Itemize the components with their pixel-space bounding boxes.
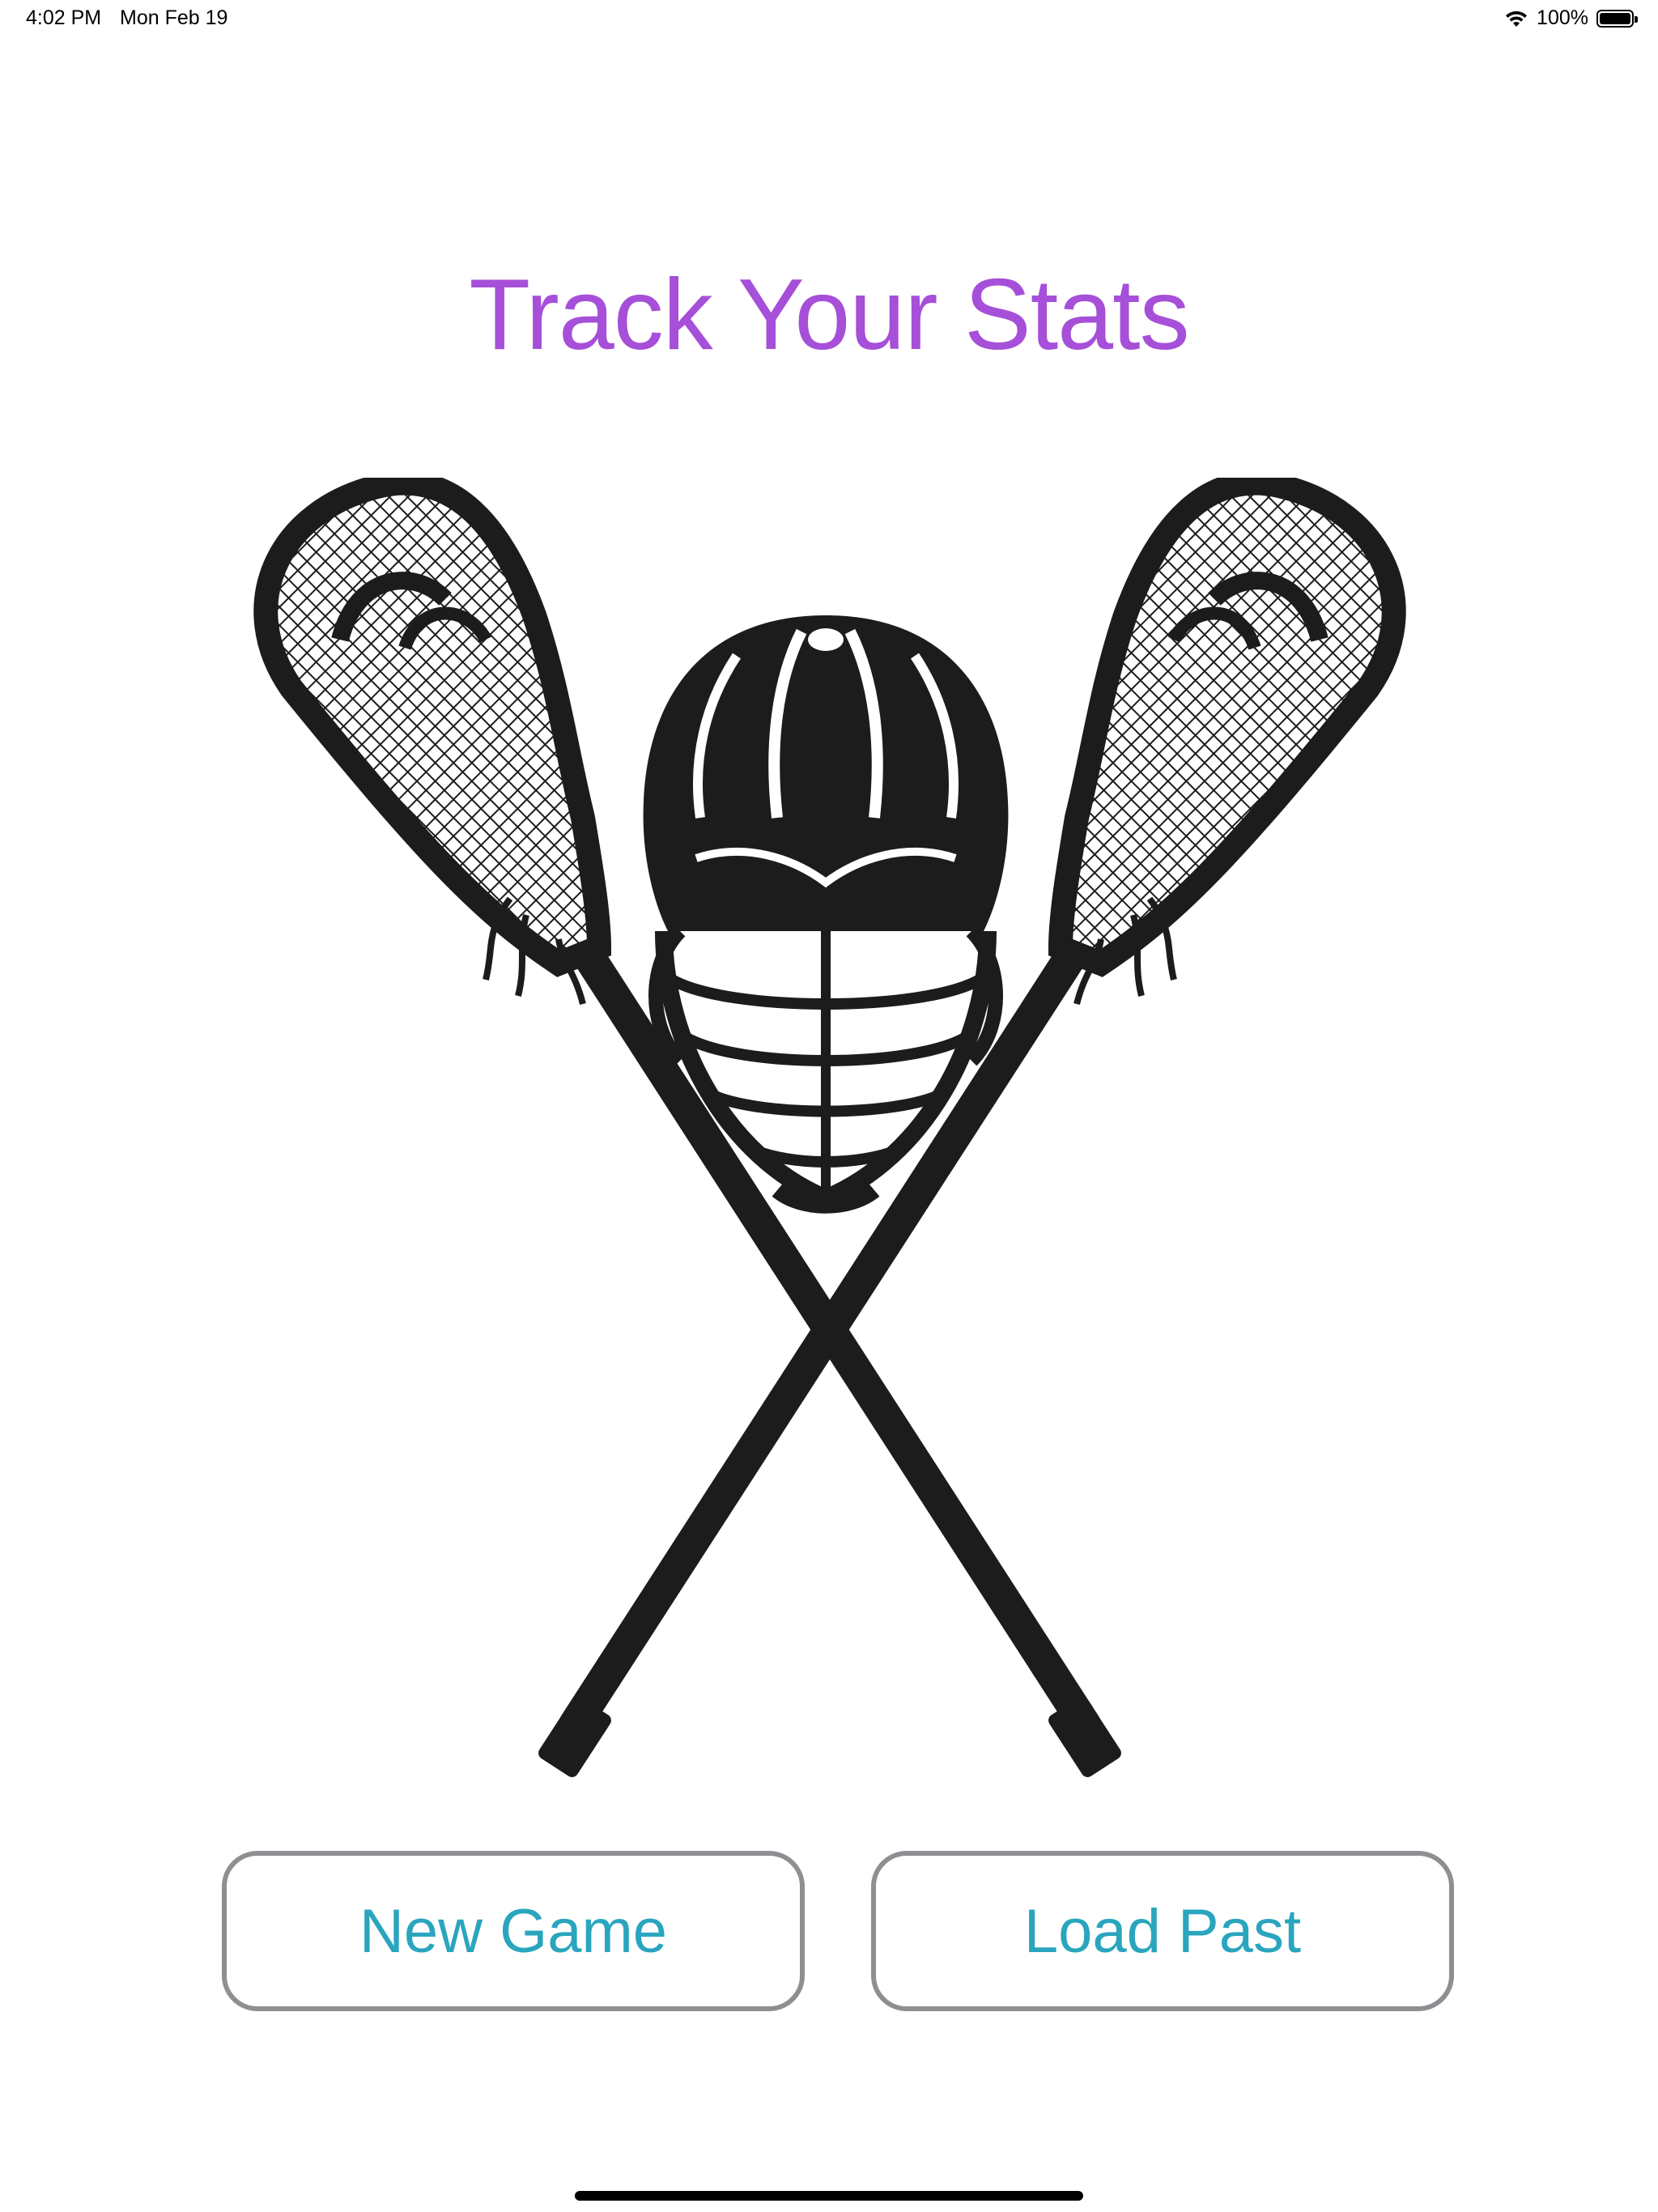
status-time: 4:02 PM bbox=[26, 6, 102, 29]
battery-fill bbox=[1600, 12, 1630, 24]
home-indicator[interactable] bbox=[575, 2191, 1083, 2201]
wifi-icon bbox=[1504, 9, 1528, 28]
battery-icon bbox=[1596, 9, 1638, 28]
status-bar: 4:02 PM Mon Feb 19 100% bbox=[0, 0, 1658, 39]
page-title: Track Your Stats bbox=[469, 259, 1189, 371]
new-game-button[interactable]: New Game bbox=[222, 1851, 805, 2011]
lacrosse-sticks-helmet-icon bbox=[243, 470, 1417, 1797]
battery-tip bbox=[1635, 15, 1638, 23]
status-date: Mon Feb 19 bbox=[120, 6, 228, 29]
battery-percent: 100% bbox=[1537, 6, 1588, 29]
status-indicators: 100% bbox=[1504, 6, 1638, 30]
load-past-button[interactable]: Load Past bbox=[871, 1851, 1454, 2011]
